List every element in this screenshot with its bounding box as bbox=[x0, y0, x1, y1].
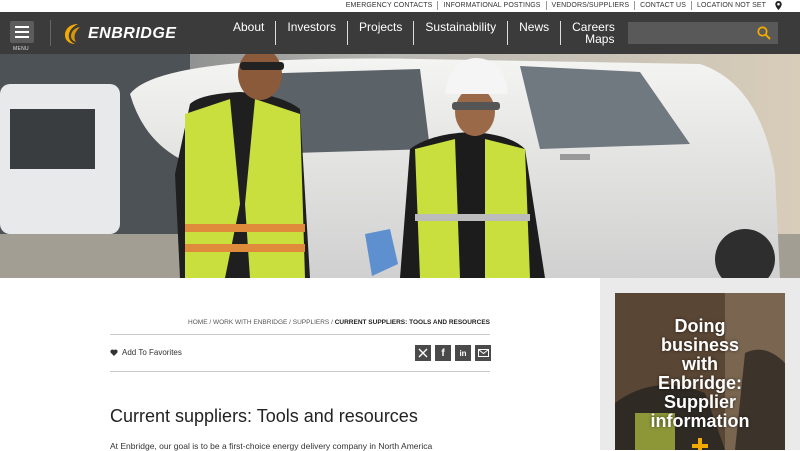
breadcrumb-suppliers[interactable]: SUPPLIERS bbox=[293, 319, 330, 326]
x-twitter-icon[interactable] bbox=[415, 345, 431, 361]
supplier-info-promo[interactable]: Doing business with Enbridge: Supplier i… bbox=[615, 293, 785, 450]
breadcrumb-work-with-enbridge[interactable]: WORK WITH ENBRIDGE bbox=[213, 319, 287, 326]
hero-photo-workers bbox=[0, 54, 800, 278]
add-to-favorites[interactable]: Add To Favorites bbox=[110, 348, 182, 357]
utility-link-vendors-suppliers[interactable]: VENDORS/SUPPLIERS bbox=[545, 1, 635, 10]
email-icon[interactable] bbox=[475, 345, 491, 361]
heart-icon bbox=[110, 349, 118, 356]
nav-sustainability[interactable]: Sustainability bbox=[413, 21, 507, 45]
nav-about[interactable]: About bbox=[222, 21, 275, 45]
main-nav: About Investors Projects Sustainability … bbox=[222, 21, 615, 45]
nav-news[interactable]: News bbox=[507, 21, 560, 45]
menu-button[interactable] bbox=[10, 21, 34, 43]
breadcrumb-current: CURRENT SUPPLIERS: TOOLS AND RESOURCES bbox=[334, 319, 490, 326]
promo-line: with bbox=[682, 354, 718, 374]
site-header: MENU ENBRIDGE About Investors Projects S… bbox=[0, 12, 800, 54]
promo-line: information bbox=[650, 411, 750, 431]
breadcrumb: HOME / WORK WITH ENBRIDGE / SUPPLIERS / … bbox=[188, 319, 490, 326]
social-share: f in bbox=[415, 345, 491, 361]
nav-projects[interactable]: Projects bbox=[347, 21, 413, 45]
utility-link-emergency-contacts[interactable]: EMERGENCY CONTACTS bbox=[341, 1, 438, 10]
enbridge-logo-icon bbox=[65, 24, 80, 44]
utility-link-informational-postings[interactable]: INFORMATIONAL POSTINGS bbox=[437, 1, 545, 10]
promo-line: Doing bbox=[674, 316, 726, 336]
location-pin-icon[interactable] bbox=[775, 1, 782, 10]
logo-wordmark: ENBRIDGE bbox=[88, 25, 177, 42]
promo-line: Supplier bbox=[663, 392, 736, 412]
nav-careers-maps-group: Careers Maps bbox=[560, 21, 615, 45]
search-box bbox=[628, 22, 778, 44]
divider-bottom bbox=[110, 371, 490, 372]
breadcrumb-home[interactable]: HOME bbox=[188, 319, 208, 326]
enbridge-logo[interactable]: ENBRIDGE bbox=[64, 22, 176, 46]
linkedin-icon[interactable]: in bbox=[455, 345, 471, 361]
utility-links: EMERGENCY CONTACTS INFORMATIONAL POSTING… bbox=[341, 1, 778, 10]
nav-investors[interactable]: Investors bbox=[275, 21, 347, 45]
plus-icon bbox=[692, 438, 708, 450]
utility-link-contact-us[interactable]: CONTACT US bbox=[634, 1, 691, 10]
header-divider bbox=[50, 20, 51, 46]
divider-top bbox=[110, 334, 490, 335]
favorites-label: Add To Favorites bbox=[122, 348, 182, 357]
facebook-icon[interactable]: f bbox=[435, 345, 451, 361]
promo-line: business bbox=[660, 335, 740, 355]
hero-image bbox=[0, 54, 800, 278]
sidebar: Doing business with Enbridge: Supplier i… bbox=[600, 278, 800, 450]
main-content: HOME / WORK WITH ENBRIDGE / SUPPLIERS / … bbox=[0, 278, 600, 451]
search-icon[interactable] bbox=[757, 26, 771, 40]
search-input[interactable] bbox=[628, 22, 748, 44]
nav-maps[interactable]: Maps bbox=[572, 33, 615, 45]
utility-link-location[interactable]: LOCATION NOT SET bbox=[690, 1, 778, 10]
utility-bar: EMERGENCY CONTACTS INFORMATIONAL POSTING… bbox=[0, 0, 800, 12]
promo-heading: Doing business with Enbridge: Supplier i… bbox=[615, 317, 785, 431]
page-title: Current suppliers: Tools and resources bbox=[110, 406, 418, 426]
promo-line: Enbridge: bbox=[658, 373, 742, 393]
menu-label: MENU bbox=[13, 46, 29, 52]
